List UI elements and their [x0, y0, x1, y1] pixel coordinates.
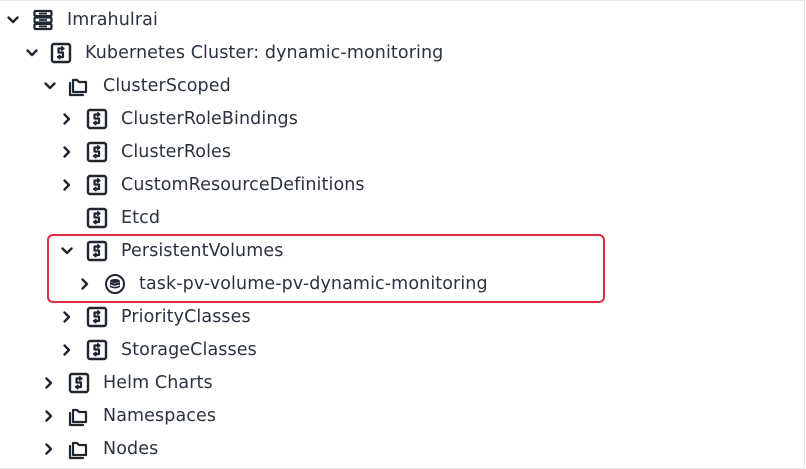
chevron-down-icon[interactable]	[5, 12, 21, 28]
tree-item-label: Kubernetes Cluster: dynamic-monitoring	[85, 42, 444, 63]
resource-box-icon	[86, 141, 108, 163]
folder-stack-icon	[67, 405, 89, 427]
resource-box-icon	[50, 42, 72, 64]
tree-item-label: Helm Charts	[103, 372, 213, 393]
resource-box-icon	[86, 174, 108, 196]
tree-item-label: Namespaces	[103, 405, 217, 426]
chevron-down-icon[interactable]	[24, 45, 40, 61]
chevron-right-icon[interactable]	[59, 177, 75, 193]
chevron-down-icon[interactable]	[42, 78, 58, 94]
tree-item-label: ClusterRoleBindings	[121, 108, 298, 129]
resource-box-icon	[86, 207, 108, 229]
resource-box-icon	[86, 306, 108, 328]
tree-item-label: Imrahulrai	[67, 9, 158, 30]
database-server-icon	[32, 9, 54, 31]
chevron-right-icon[interactable]	[59, 342, 75, 358]
chevron-right-icon[interactable]	[41, 408, 57, 424]
chevron-right-icon[interactable]	[41, 441, 57, 457]
tree-item-label: Etcd	[121, 207, 161, 228]
tree-item-label: PriorityClasses	[121, 306, 251, 327]
tree-item-label: ClusterScoped	[103, 75, 231, 96]
chevron-right-icon[interactable]	[59, 111, 75, 127]
folder-stack-icon	[67, 438, 89, 460]
folder-stack-icon	[67, 75, 89, 97]
resource-box-icon	[86, 339, 108, 361]
chevron-right-icon[interactable]	[41, 375, 57, 391]
highlight-box	[47, 234, 605, 303]
resource-box-icon	[86, 108, 108, 130]
tree-item-label: StorageClasses	[121, 339, 257, 360]
resource-box-icon	[68, 372, 90, 394]
tree-item-label: ClusterRoles	[121, 141, 232, 162]
tree-item-label: Nodes	[103, 438, 159, 459]
chevron-right-icon[interactable]	[59, 144, 75, 160]
tree-item-label: CustomResourceDefinitions	[121, 174, 365, 195]
chevron-right-icon[interactable]	[59, 309, 75, 325]
